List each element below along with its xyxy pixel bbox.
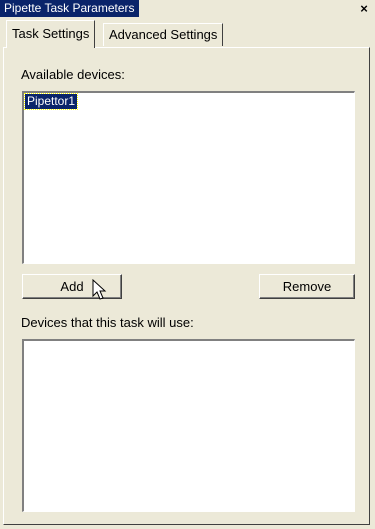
task-devices-label: Devices that this task will use: [21,315,194,330]
pipette-task-parameters-window: Pipette Task Parameters × Task Settings … [0,0,375,529]
tab-strip: Task Settings Advanced Settings [0,19,375,49]
remove-button[interactable]: Remove [259,274,355,299]
add-button[interactable]: Add [22,274,122,299]
tab-advanced-settings[interactable]: Advanced Settings [103,23,224,46]
available-devices-list[interactable]: Pipettor1 [22,91,355,264]
close-icon[interactable]: × [357,1,371,16]
tab-task-settings-label: Task Settings [12,26,90,41]
tab-advanced-settings-label: Advanced Settings [109,27,218,42]
list-item-pipettor1[interactable]: Pipettor1 [23,93,79,110]
title-bar: Pipette Task Parameters × [0,0,375,18]
task-devices-list[interactable] [22,339,355,512]
window-title: Pipette Task Parameters [0,0,139,17]
task-settings-panel: Available devices: Pipettor1 Add Remove … [3,47,370,525]
available-devices-label: Available devices: [21,67,125,82]
list-item-label: Pipettor1 [27,94,76,108]
tab-task-settings[interactable]: Task Settings [6,20,96,48]
